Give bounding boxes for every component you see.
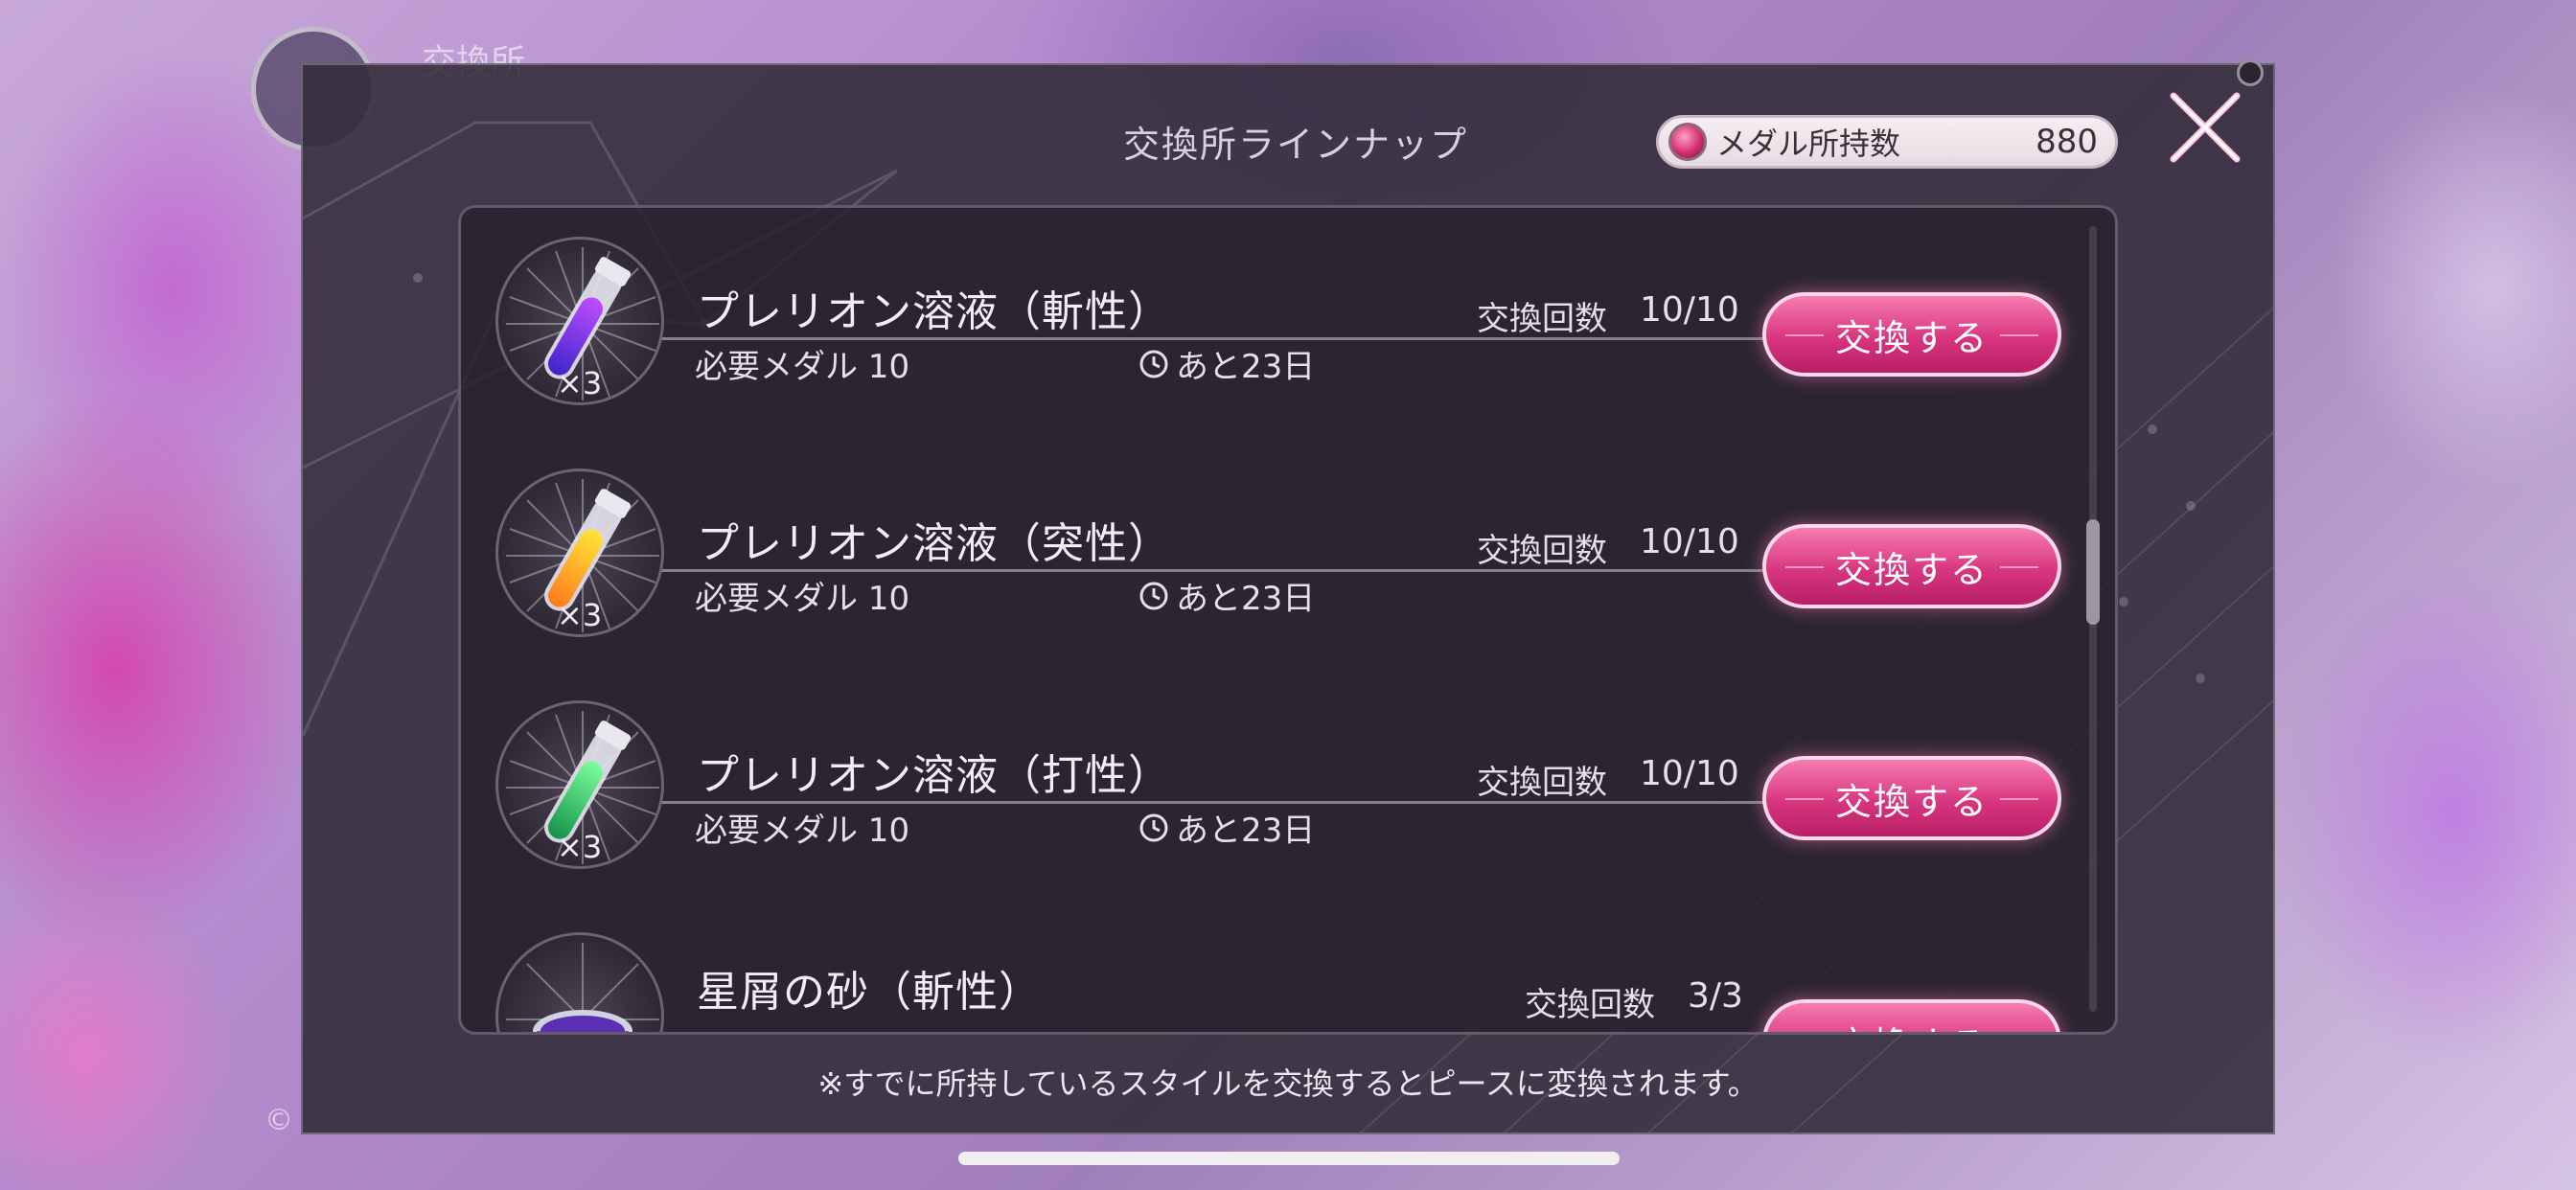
medal-icon bbox=[1668, 123, 1707, 161]
exchange-button[interactable]: 交換する bbox=[1762, 524, 2061, 608]
exchange-count-value: 10/10 bbox=[1640, 522, 1739, 561]
item-quantity: ×3 bbox=[557, 597, 603, 633]
exchange-count-value: 3/3 bbox=[1688, 976, 1743, 1016]
item-name: 星屑の砂（斬性） bbox=[697, 968, 1042, 1017]
button-ornament bbox=[1785, 566, 1824, 568]
item-timer-text: あと23日 bbox=[1176, 812, 1316, 850]
clock-icon bbox=[1139, 350, 1168, 378]
button-ornament bbox=[2000, 334, 2038, 336]
item-timer: あと23日 bbox=[1138, 804, 1315, 851]
exchange-button-label: 交換する bbox=[1834, 316, 1989, 359]
copyright-text: © bbox=[264, 1104, 293, 1137]
exchange-count-label: 交換回数 bbox=[1477, 764, 1607, 802]
item-timer-text: あと23日 bbox=[1176, 348, 1316, 386]
item-cost: 必要メダル 10 bbox=[695, 580, 910, 618]
item-cost: 必要メダル 10 bbox=[695, 812, 910, 850]
item-name: プレリオン溶液（斬性） bbox=[697, 287, 1171, 336]
item-timer-text: あと23日 bbox=[1176, 580, 1316, 618]
medal-counter: メダル所持数 880 bbox=[1656, 115, 2118, 169]
exchange-count-label: 交換回数 bbox=[1477, 532, 1607, 570]
exchange-button[interactable]: 交換する bbox=[1762, 292, 2061, 377]
item-timer: あと23日 bbox=[1138, 572, 1315, 619]
list-item: ×3 プレリオン溶液（打性） 必要メダル 10 あと23日 交換回数 10/10… bbox=[461, 672, 2115, 904]
clock-icon bbox=[1139, 582, 1168, 609]
stardust-jar-icon bbox=[495, 932, 664, 1032]
button-ornament bbox=[1785, 798, 1824, 800]
clock-icon bbox=[1139, 813, 1168, 841]
list-item: ×3 プレリオン溶液（斬性） 必要メダル 10 あと23日 交換回数 10/10… bbox=[461, 208, 2115, 440]
exchange-button[interactable]: 交換する bbox=[1762, 756, 2061, 840]
medal-count-label: メダル所持数 bbox=[1716, 126, 1901, 162]
exchange-count-label: 交換回数 bbox=[1477, 300, 1607, 338]
home-indicator[interactable] bbox=[958, 1152, 1620, 1165]
scrollbar-thumb[interactable] bbox=[2086, 519, 2100, 625]
item-name: プレリオン溶液（打性） bbox=[697, 751, 1171, 800]
list-item: ×3 プレリオン溶液（突性） 必要メダル 10 あと23日 交換回数 10/10… bbox=[461, 440, 2115, 672]
exchange-button-label: 交換する bbox=[1835, 1016, 1989, 1033]
item-name: プレリオン溶液（突性） bbox=[697, 519, 1171, 568]
footer-note: ※すでに所持しているスタイルを交換するとピースに変換されます。 bbox=[817, 1065, 1759, 1102]
button-ornament bbox=[2000, 798, 2038, 800]
exchange-button-label: 交換する bbox=[1834, 780, 1989, 823]
modal-title: 交換所ラインナップ bbox=[1123, 124, 1469, 166]
exchange-count-value: 10/10 bbox=[1640, 290, 1739, 330]
exchange-count-value: 10/10 bbox=[1640, 754, 1739, 793]
close-icon[interactable] bbox=[2164, 86, 2246, 169]
exchange-count-label: 交換回数 bbox=[1525, 986, 1655, 1024]
item-quantity: ×3 bbox=[557, 829, 603, 865]
item-timer: あと23日 bbox=[1138, 340, 1315, 387]
button-ornament bbox=[2000, 566, 2038, 568]
exchange-button-label: 交換する bbox=[1834, 548, 1989, 591]
button-ornament bbox=[1785, 334, 1824, 336]
corner-ornament bbox=[2237, 59, 2264, 86]
list-item: 星屑の砂（斬性） 交換回数 3/3 交換する bbox=[461, 904, 2115, 1033]
medal-count-value: 880 bbox=[2036, 123, 2098, 161]
item-cost: 必要メダル 10 bbox=[695, 348, 910, 386]
item-quantity: ×3 bbox=[557, 365, 603, 401]
lineup-list[interactable]: ×3 プレリオン溶液（斬性） 必要メダル 10 あと23日 交換回数 10/10… bbox=[458, 205, 2118, 1035]
exchange-button[interactable]: 交換する bbox=[1762, 999, 2061, 1033]
